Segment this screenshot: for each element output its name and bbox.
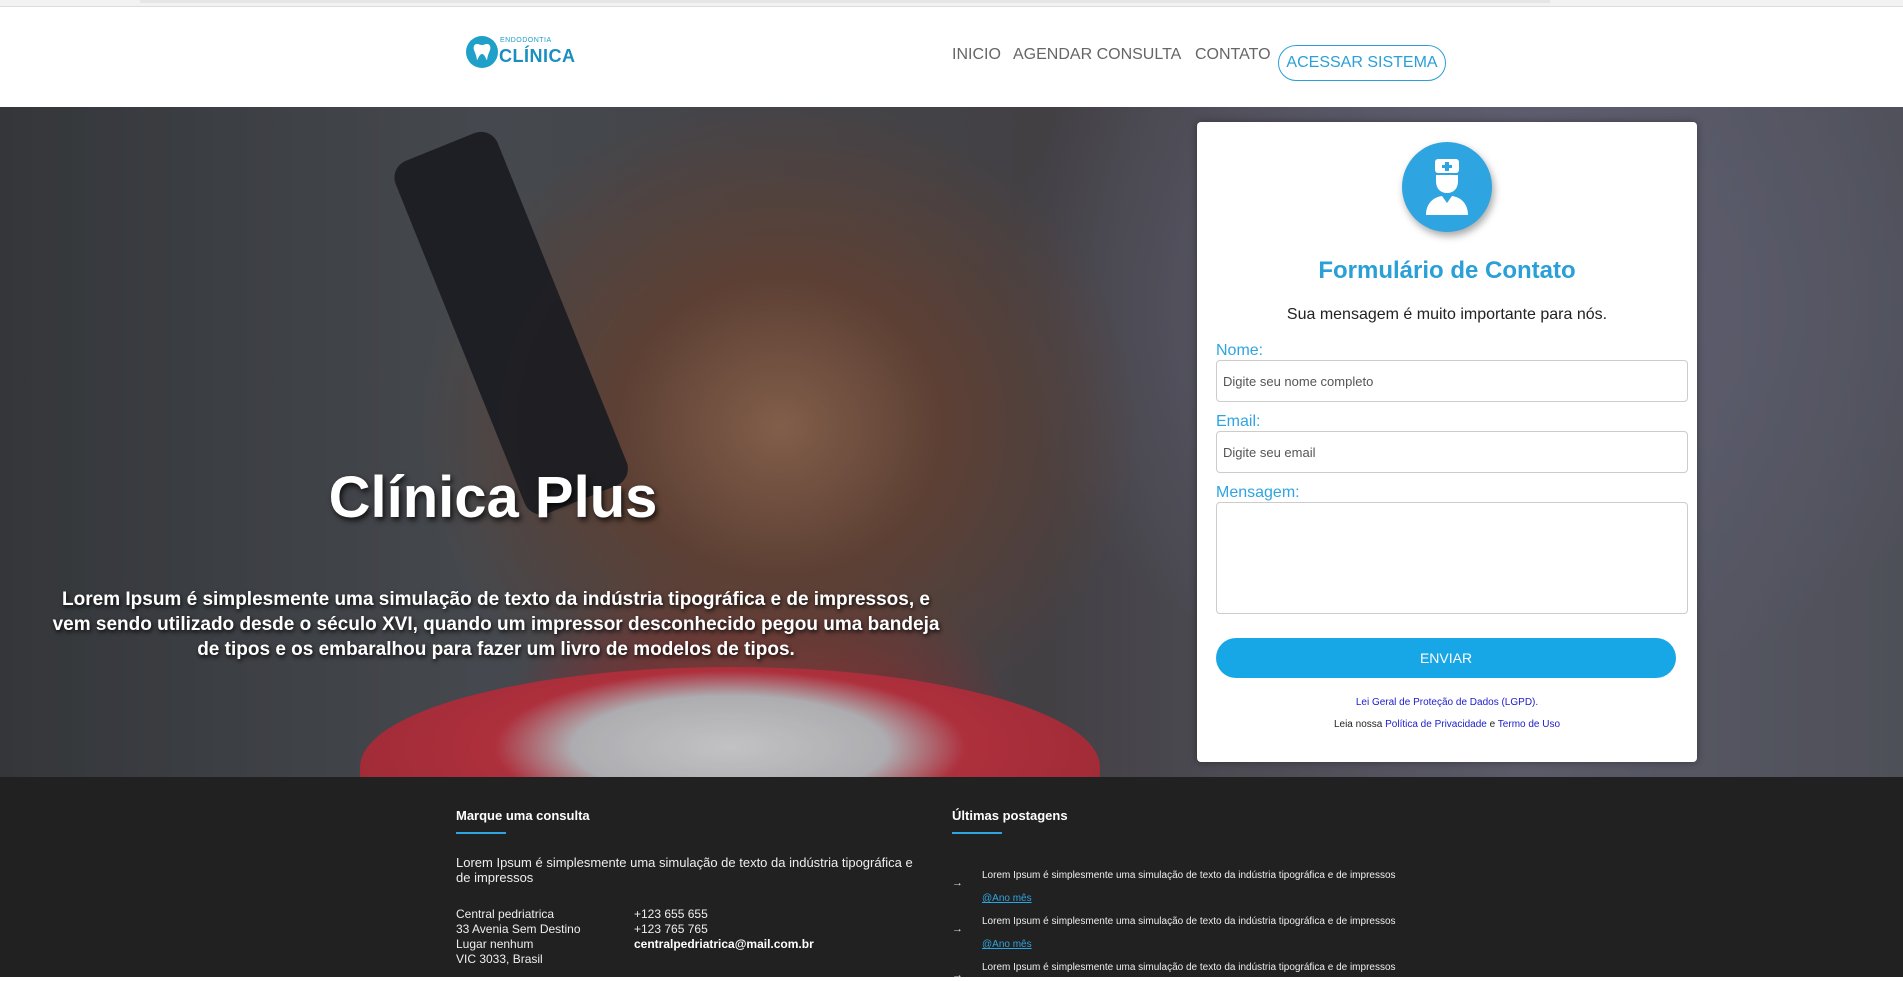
send-button[interactable]: ENVIAR	[1216, 638, 1676, 678]
name-label: Nome:	[1216, 342, 1264, 359]
footer-posts-heading: Últimas postagens	[952, 808, 1068, 823]
form-subtitle: Sua mensagem é muito importante para nós…	[1286, 306, 1608, 323]
name-input[interactable]	[1216, 360, 1688, 402]
email-label: Email:	[1216, 413, 1261, 430]
privacy-and: e	[1489, 719, 1496, 730]
arrow-right-icon: →	[952, 923, 963, 935]
contact-form: Formulário de Contato Sua mensagem é mui…	[1197, 122, 1697, 762]
privacy-prefix: Leia nossa	[1333, 719, 1383, 730]
nav-agendar-consulta[interactable]: AGENDAR CONSULTA	[1013, 46, 1181, 64]
footer-consulta-text: Lorem Ipsum é simplesmente uma simulação…	[456, 855, 913, 885]
tooth-icon	[466, 36, 498, 68]
email-input[interactable]	[1216, 431, 1688, 473]
address-line: VIC 3033, Brasil	[456, 952, 543, 966]
privacy-policy-link[interactable]: Política de Privacidade	[1385, 719, 1487, 730]
address-line: 33 Avenia Sem Destino	[456, 922, 581, 936]
post-date[interactable]: @Ano mês	[982, 893, 1032, 904]
footer-contacts: +123 655 655 +123 765 765 centralpedriat…	[634, 907, 814, 952]
footer-address: Central pedriatrica 33 Avenia Sem Destin…	[456, 907, 581, 967]
hero-description: Lorem Ipsum é simplesmente uma simulação…	[52, 589, 940, 660]
site-footer: Marque uma consulta Lorem Ipsum é simple…	[0, 777, 1903, 981]
footer-email[interactable]: centralpedriatrica@mail.com.br	[634, 937, 814, 952]
form-title: Formulário de Contato	[1318, 257, 1576, 284]
logo-title: CLÍNICA	[499, 46, 576, 66]
logo-subtitle: ENDODONTIA	[500, 37, 552, 44]
post-date[interactable]: @Ano mês	[982, 939, 1032, 950]
browser-top-strip	[0, 0, 1903, 7]
arrow-right-icon: →	[952, 969, 963, 981]
doctor-icon	[1402, 142, 1492, 232]
post-text[interactable]: Lorem Ipsum é simplesmente uma simulação…	[982, 870, 1396, 881]
privacy-line: Leia nossa Política de Privacidade e Ter…	[1197, 719, 1697, 730]
arrow-right-icon: →	[952, 877, 963, 889]
nav-contato[interactable]: CONTATO	[1195, 46, 1271, 64]
hero-title: Clínica Plus	[328, 465, 658, 530]
terms-link[interactable]: Termo de Uso	[1498, 719, 1560, 730]
footer-heading-underline	[456, 832, 506, 834]
phone-number: +123 765 765	[634, 922, 708, 936]
clinic-logo[interactable]: ENDODONTIA CLÍNICA	[466, 36, 575, 76]
message-label: Mensagem:	[1216, 484, 1300, 501]
scroll-track	[140, 0, 1550, 3]
footer-heading-underline	[952, 832, 1002, 834]
nav-inicio[interactable]: INICIO	[952, 46, 1001, 64]
address-line: Central pedriatrica	[456, 907, 555, 921]
access-system-button[interactable]: ACESSAR SISTEMA	[1278, 45, 1446, 81]
footer-consulta-heading: Marque uma consulta	[456, 808, 590, 823]
site-header: ENDODONTIA CLÍNICA INICIO AGENDAR CONSUL…	[0, 7, 1903, 107]
post-text[interactable]: Lorem Ipsum é simplesmente uma simulação…	[982, 916, 1396, 927]
message-textarea[interactable]	[1216, 502, 1688, 614]
phone-number: +123 655 655	[634, 907, 708, 921]
lgpd-link[interactable]: Lei Geral de Proteção de Dados (LGPD).	[1197, 697, 1697, 708]
address-line: Lugar nenhum	[456, 937, 534, 951]
post-text[interactable]: Lorem Ipsum é simplesmente uma simulação…	[982, 962, 1396, 973]
